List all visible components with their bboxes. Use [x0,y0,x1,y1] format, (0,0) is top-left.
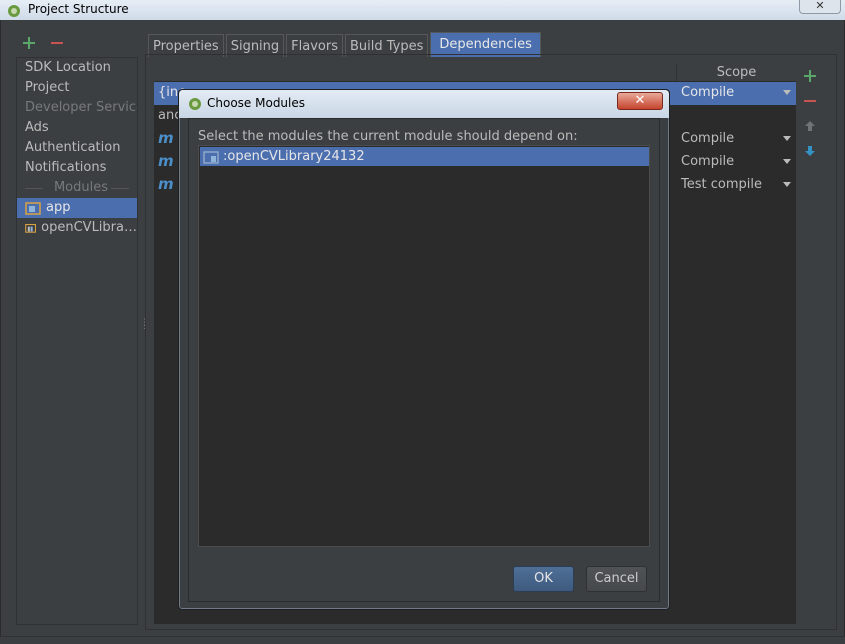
remove-icon[interactable] [50,36,64,50]
move-down-icon[interactable] [802,143,818,159]
chevron-down-icon[interactable] [783,136,791,141]
cancel-button[interactable]: Cancel [586,566,647,592]
add-dependency-icon[interactable] [802,68,818,84]
choose-modules-dialog: Choose Modules ✕ Select the modules the … [178,89,670,610]
app-module-icon [25,202,41,215]
chevron-down-icon[interactable] [783,90,791,95]
sidebar-item-sdk-location[interactable]: SDK Location [17,58,137,78]
dialog-close-button[interactable]: ✕ [617,92,663,110]
android-studio-icon [8,5,20,17]
scope-dropdown[interactable]: Compile [681,131,734,146]
module-label: openCVLibra… [41,220,137,235]
sidebar-item-module-opencvlibrary[interactable]: openCVLibra… [17,218,137,238]
dialog-titlebar: Choose Modules ✕ [179,90,669,118]
dialog-title: Choose Modules [207,96,306,110]
dialog-instruction: Select the modules the current module sh… [198,129,578,144]
left-toolbar [22,36,74,54]
sidebar-section-modules: Modules [17,178,137,198]
scope-dropdown[interactable]: Test compile [681,177,762,192]
window-bottom-edge [0,636,845,644]
scope-column-header: Scope [676,64,796,81]
android-studio-icon [189,98,201,110]
sidebar-item-project[interactable]: Project [17,78,137,98]
module-label: app [46,200,71,215]
sidebar-section-developer-services: Developer Services [25,100,137,115]
window-titlebar: Project Structure ✕ [0,0,845,20]
dependency-column-header [154,64,676,81]
list-item[interactable]: :openCVLibrary24132 [200,147,649,166]
library-module-icon [25,223,36,233]
chevron-down-icon[interactable] [783,182,791,187]
sidebar-item-ads[interactable]: Ads [17,118,137,138]
move-up-icon[interactable] [802,118,818,134]
sidebar-item-authentication[interactable]: Authentication [17,138,137,158]
remove-dependency-icon[interactable] [802,93,818,109]
ok-button[interactable]: OK [513,566,574,592]
window-title: Project Structure [28,2,129,16]
module-list[interactable]: :openCVLibrary24132 [198,145,650,547]
scope-dropdown[interactable]: Compile [681,85,734,100]
module-icon [203,150,219,164]
module-item-label: :openCVLibrary24132 [223,149,365,164]
scope-dropdown[interactable]: Compile [681,154,734,169]
add-icon[interactable] [22,36,36,50]
window-close-button[interactable]: ✕ [799,0,841,14]
settings-sidebar: SDK Location Project Developer Services … [16,57,138,625]
sidebar-item-module-app[interactable]: app [17,198,137,218]
chevron-down-icon[interactable] [783,159,791,164]
sidebar-item-notifications[interactable]: Notifications [17,158,137,178]
